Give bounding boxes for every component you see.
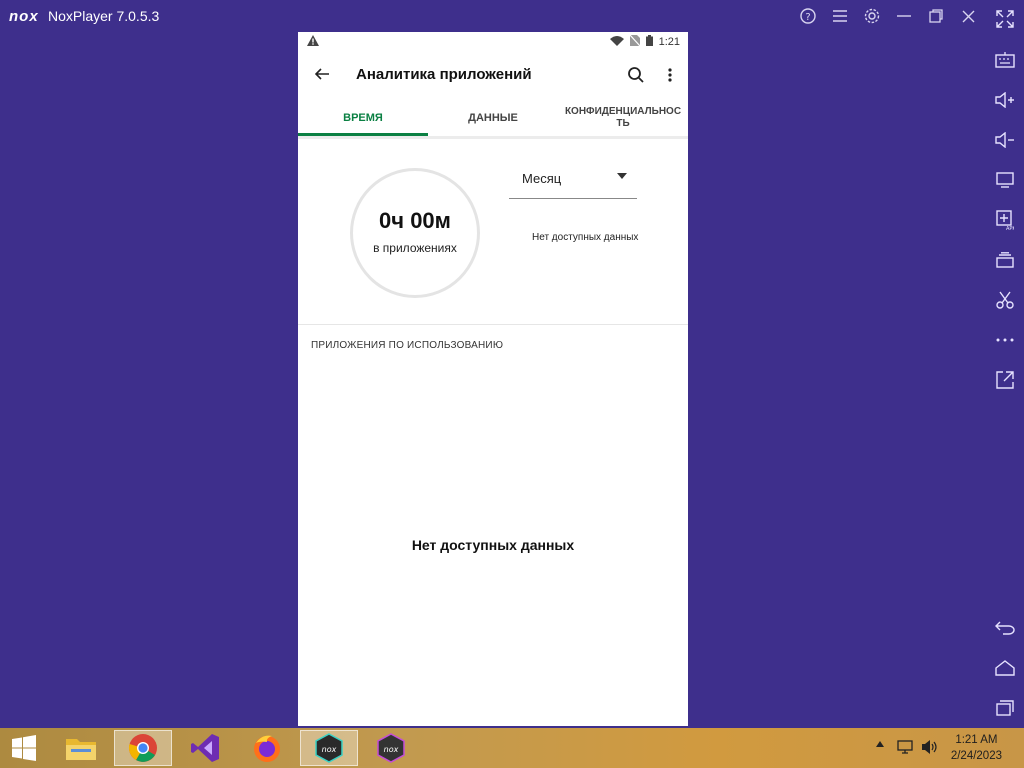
- screen-icon[interactable]: [994, 169, 1016, 191]
- menu-icon[interactable]: [830, 6, 850, 26]
- svg-text:APK: APK: [1006, 226, 1014, 230]
- window-title: NoxPlayer 7.0.5.3: [48, 8, 160, 24]
- chart-no-data: Нет доступных данных: [532, 232, 639, 243]
- system-clock[interactable]: 1:21 AM 2/24/2023: [951, 732, 1002, 764]
- wifi-icon: [609, 35, 624, 49]
- total-usage-time: 0ч 00м: [350, 208, 480, 234]
- windows-taskbar: nox nox 1:21 AM 2/24/2023: [0, 728, 1024, 768]
- usage-subtitle: в приложениях: [373, 241, 457, 255]
- back-arrow-icon[interactable]: [312, 64, 332, 84]
- settings-icon[interactable]: [862, 6, 882, 26]
- warning-icon: [307, 35, 319, 49]
- restore-icon[interactable]: [926, 6, 946, 26]
- more-icon[interactable]: [994, 329, 1016, 351]
- status-time: 1:21: [658, 36, 680, 48]
- visual-studio-icon[interactable]: [183, 730, 227, 766]
- tab-bar: ВРЕМЯ ДАННЫЕ КОНФИДЕНЦИАЛЬНОС ТЬ: [298, 100, 688, 137]
- clock-date: 2/24/2023: [950, 750, 1002, 762]
- tab-divider: [298, 136, 688, 139]
- tab-privacy[interactable]: КОНФИДЕНЦИАЛЬНОС ТЬ: [562, 100, 684, 136]
- tab-time[interactable]: ВРЕМЯ: [298, 100, 428, 136]
- network-icon[interactable]: [897, 740, 913, 757]
- svg-text:nox: nox: [322, 745, 337, 754]
- nox-multi-icon[interactable]: nox: [369, 730, 413, 766]
- show-hidden-icons-icon[interactable]: [876, 736, 884, 750]
- multi-instance-icon[interactable]: [994, 249, 1016, 271]
- screenshot-icon[interactable]: [994, 289, 1016, 311]
- file-explorer-icon[interactable]: [59, 730, 103, 766]
- minimize-icon[interactable]: [894, 6, 914, 26]
- overflow-menu-icon[interactable]: [659, 64, 681, 86]
- status-bar: 1:21: [298, 32, 688, 52]
- period-selected: Месяц: [522, 171, 562, 186]
- keyboard-icon[interactable]: [994, 49, 1016, 71]
- section-divider: [298, 324, 688, 325]
- usage-hours: 0ч: [379, 208, 405, 233]
- add-apk-icon[interactable]: APK: [994, 209, 1016, 231]
- chrome-icon[interactable]: [114, 730, 172, 766]
- dropdown-caret-icon: [617, 171, 627, 182]
- export-icon[interactable]: [994, 369, 1016, 391]
- volume-down-icon[interactable]: [994, 129, 1016, 151]
- period-dropdown[interactable]: Месяц: [509, 166, 637, 199]
- close-icon[interactable]: [958, 6, 978, 26]
- no-sim-icon: [629, 34, 641, 49]
- usage-minutes: 00м: [410, 208, 451, 233]
- page-title: Аналитика приложений: [356, 66, 532, 83]
- nox-sidebar: APK: [984, 0, 1024, 728]
- app-bar: Аналитика приложений: [298, 52, 688, 98]
- battery-icon: [645, 35, 653, 49]
- fullscreen-icon[interactable]: [994, 8, 1016, 30]
- apps-no-data: Нет доступных данных: [411, 537, 575, 553]
- volume-up-icon[interactable]: [994, 89, 1016, 111]
- nox-icon[interactable]: nox: [300, 730, 358, 766]
- back-icon[interactable]: [994, 617, 1016, 639]
- nox-title-bar: nox NoxPlayer 7.0.5.3 ?: [0, 0, 1024, 32]
- tab-data[interactable]: ДАННЫЕ: [428, 100, 558, 136]
- svg-text:nox: nox: [384, 745, 399, 754]
- android-screen: 1:21 Аналитика приложений ВРЕМЯ ДАННЫЕ К…: [298, 32, 688, 726]
- svg-text:?: ?: [805, 12, 810, 23]
- section-title: ПРИЛОЖЕНИЯ ПО ИСПОЛЬЗОВАНИЮ: [311, 340, 504, 351]
- search-icon[interactable]: [625, 64, 647, 86]
- nox-logo: nox: [9, 8, 39, 25]
- home-icon[interactable]: [994, 657, 1016, 679]
- start-icon[interactable]: [2, 730, 46, 766]
- help-icon[interactable]: ?: [798, 6, 818, 26]
- clock-time: 1:21 AM: [955, 734, 998, 746]
- firefox-icon[interactable]: [245, 730, 289, 766]
- recents-icon[interactable]: [994, 697, 1016, 719]
- speaker-icon[interactable]: [921, 740, 939, 757]
